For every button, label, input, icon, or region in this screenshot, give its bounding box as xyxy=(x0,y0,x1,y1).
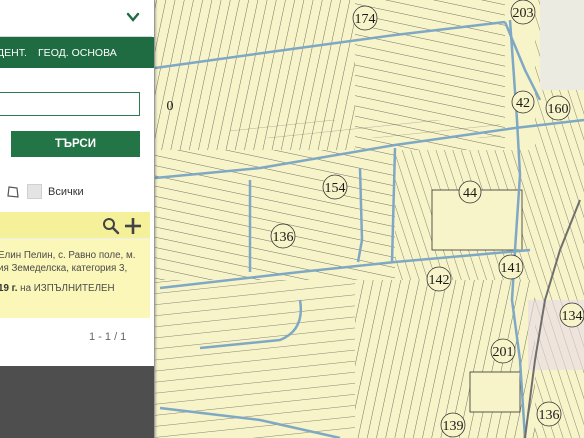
tab-geodetic-base[interactable]: ГЕОД. ОСНОВА xyxy=(38,47,117,59)
zoom-to-result-icon[interactable] xyxy=(102,217,120,235)
add-icon[interactable] xyxy=(124,217,142,235)
result-owner: на ИЗПЪЛНИТЕЛЕН xyxy=(17,283,115,294)
svg-text:44: 44 xyxy=(463,186,477,201)
parcel-open xyxy=(469,371,521,413)
svg-text:139: 139 xyxy=(443,419,464,434)
result-item[interactable]: Елин Пелин, с. Равно поле, м. ия Земедел… xyxy=(0,238,150,318)
search-tabs: ДЕНТ. ГЕОД. ОСНОВА xyxy=(0,37,154,68)
svg-text:141: 141 xyxy=(501,261,522,276)
panel-footer xyxy=(0,366,154,438)
svg-text:154: 154 xyxy=(325,181,346,196)
pagination-info: 1 - 1 / 1 xyxy=(89,331,127,343)
tab-identifier[interactable]: ДЕНТ. xyxy=(0,47,27,59)
parcel-block xyxy=(155,280,355,438)
results-toolbar xyxy=(0,212,150,238)
result-date: 19 г. xyxy=(0,283,18,294)
search-input[interactable] xyxy=(0,92,140,116)
urban-area xyxy=(540,0,584,90)
result-line: ия Земеделска, категория 3, xyxy=(0,263,128,274)
svg-text:136: 136 xyxy=(273,230,294,245)
result-line: 19 г. на ИЗПЪЛНИТЕЛЕН xyxy=(0,283,115,294)
svg-text:203: 203 xyxy=(513,6,534,21)
chevron-down-icon[interactable] xyxy=(126,11,140,23)
polygon-select-icon[interactable] xyxy=(6,185,20,199)
svg-text:136: 136 xyxy=(539,408,560,423)
select-all-label: Всички xyxy=(48,186,84,198)
search-panel: ДЕНТ. ГЕОД. ОСНОВА ТЪРСИ Всички Елин Пел… xyxy=(0,0,155,438)
search-button[interactable]: ТЪРСИ xyxy=(11,131,140,157)
svg-text:174: 174 xyxy=(355,12,376,27)
select-all-checkbox[interactable] xyxy=(27,184,42,199)
filter-row: Всички xyxy=(0,182,152,206)
svg-text:160: 160 xyxy=(548,102,569,117)
svg-text:0: 0 xyxy=(167,99,174,114)
svg-text:201: 201 xyxy=(493,345,514,360)
svg-text:42: 42 xyxy=(516,96,530,111)
svg-text:142: 142 xyxy=(429,273,450,288)
svg-text:134: 134 xyxy=(562,309,583,324)
layer-dropdown[interactable] xyxy=(0,0,152,37)
result-line: Елин Пелин, с. Равно поле, м. xyxy=(0,250,136,261)
